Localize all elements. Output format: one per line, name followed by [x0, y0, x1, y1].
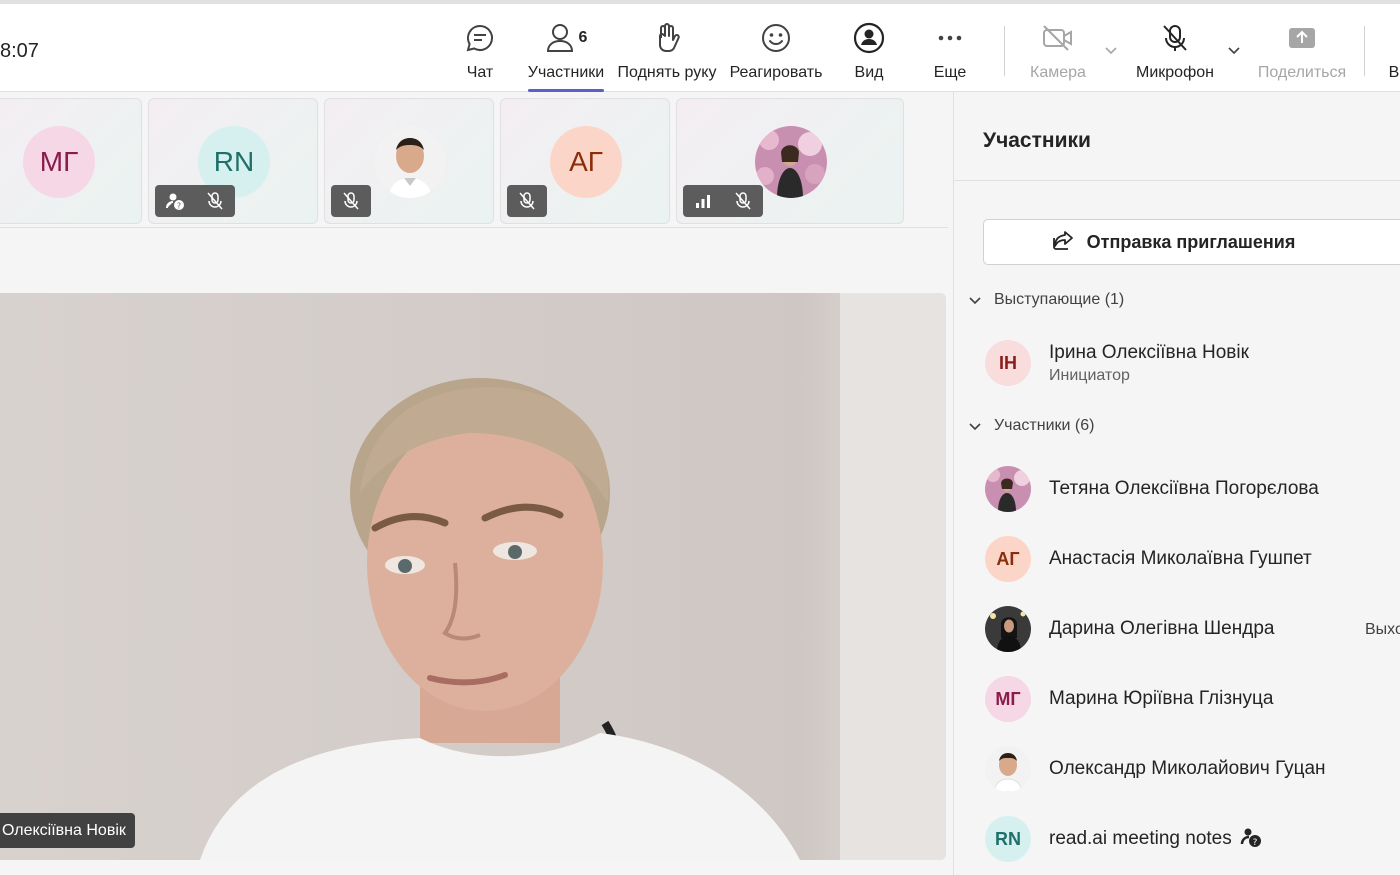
send-invite-button[interactable]: Отправка приглашения — [983, 219, 1400, 265]
participant-tile[interactable]: МГ — [0, 98, 142, 224]
toolbar-divider — [1364, 26, 1365, 76]
toolbar-divider — [1004, 26, 1005, 76]
participant-tile[interactable] — [676, 98, 904, 224]
chevron-down-icon — [969, 423, 981, 431]
camera-off-icon — [1041, 18, 1075, 58]
unverified-user-icon: ? — [155, 185, 195, 217]
participant-photo — [374, 126, 446, 198]
react-label: Реагировать — [729, 64, 823, 81]
smile-icon — [760, 18, 792, 58]
attendees-group-header[interactable]: Участники (6) — [968, 417, 1094, 435]
leave-label: В — [1388, 64, 1400, 81]
participant-photo — [985, 746, 1031, 792]
presenters-group-header[interactable]: Выступающие (1) — [968, 291, 1124, 309]
participant-status: Выхо — [1365, 621, 1400, 638]
raise-hand-button[interactable]: Поднять руку — [617, 18, 717, 88]
divider — [954, 180, 1400, 181]
people-icon — [546, 24, 573, 52]
avatar: МГ — [23, 126, 95, 198]
share-label: Поделиться — [1257, 64, 1347, 81]
avatar: ІН — [985, 340, 1031, 386]
more-button[interactable]: Еще — [933, 18, 967, 88]
react-button[interactable]: Реагировать — [729, 18, 823, 88]
people-label: Участники — [527, 64, 605, 81]
main-video-feed — [0, 293, 946, 860]
participant-name: Ірина Олексіївна Новік — [1049, 341, 1249, 363]
participant-name: read.ai meeting notes — [1049, 828, 1232, 849]
active-tab-indicator — [528, 89, 604, 92]
participant-tile[interactable] — [324, 98, 494, 224]
tile-status-bar — [507, 185, 547, 217]
avatar: АГ — [985, 536, 1031, 582]
avatar: АГ — [550, 126, 622, 198]
people-icon-wrap: 6 — [545, 18, 588, 58]
participant-name: Анастасія Миколаївна Гушпет — [1049, 548, 1312, 569]
more-icon — [936, 18, 964, 58]
mic-off-icon — [331, 185, 371, 217]
svg-text:?: ? — [1252, 838, 1257, 848]
participant-name: Олександр Миколайович Гуцан — [1049, 758, 1326, 779]
participant-photo — [985, 606, 1031, 652]
hand-icon — [653, 18, 681, 58]
svg-text:?: ? — [177, 202, 181, 211]
panel-title: Участники — [983, 129, 1091, 152]
camera-label: Камера — [1030, 64, 1086, 81]
participants-panel: Участники Отправка приглашения Выступающ… — [953, 92, 1400, 875]
tile-status-bar — [683, 185, 763, 217]
divider — [0, 227, 948, 228]
mic-off-icon — [723, 185, 763, 217]
participant-photo — [755, 126, 827, 198]
participant-row[interactable]: Олександр Миколайович Гуцан — [985, 746, 1326, 792]
unverified-user-icon: ? — [1240, 826, 1262, 853]
view-label: Вид — [854, 64, 884, 81]
speaker-name-tag: Олексіївна Новік — [0, 813, 135, 848]
mic-options-chevron-down-icon[interactable] — [1226, 42, 1242, 63]
presenters-header-label: Выступающие (1) — [994, 291, 1125, 308]
chat-label: Чат — [466, 64, 494, 81]
participant-name: Тетяна Олексіївна Погорєлова — [1049, 478, 1319, 499]
participant-name: Марина Юріївна Глізнуца — [1049, 688, 1274, 709]
mic-label: Микрофон — [1136, 64, 1214, 81]
camera-button[interactable]: Камера — [1028, 18, 1088, 88]
attendees-header-label: Участники (6) — [994, 417, 1095, 434]
participant-row[interactable]: МГ Марина Юріївна Глізнуца — [985, 676, 1274, 722]
participant-photo — [985, 466, 1031, 512]
mic-off-icon — [1159, 18, 1191, 58]
more-label: Еще — [933, 64, 967, 81]
video-frame — [0, 293, 946, 860]
people-button[interactable]: 6 Участники — [526, 18, 606, 88]
view-icon — [853, 18, 885, 58]
chat-icon — [464, 18, 496, 58]
participant-role: Инициатор — [1049, 366, 1130, 384]
mic-off-icon — [507, 185, 547, 217]
chevron-down-icon — [969, 297, 981, 305]
camera-options-chevron-down-icon[interactable] — [1103, 42, 1119, 63]
participant-row[interactable]: Тетяна Олексіївна Погорєлова — [985, 466, 1319, 512]
participant-row[interactable]: ІН Ірина Олексіївна Новік Инициатор — [985, 340, 1249, 386]
mic-button[interactable]: Микрофон — [1134, 18, 1216, 88]
participant-row[interactable]: RN read.ai meeting notes ? — [985, 816, 1262, 862]
chat-button[interactable]: Чат — [463, 18, 497, 88]
people-count: 6 — [578, 29, 588, 46]
avatar: RN — [985, 816, 1031, 862]
meeting-toolbar: 8:07 Чат 6 Участники Поднять руку Реагир… — [0, 0, 1400, 92]
view-button[interactable]: Вид — [852, 18, 886, 88]
signal-icon — [683, 185, 723, 217]
participant-row[interactable]: Дарина Олегівна Шендра — [985, 606, 1274, 652]
meeting-timer: 8:07 — [0, 40, 39, 62]
participant-tile[interactable]: АГ — [500, 98, 670, 224]
tile-status-bar — [331, 185, 371, 217]
share-button[interactable]: Поделиться — [1258, 18, 1346, 88]
leave-button[interactable]: В — [1388, 18, 1400, 88]
send-invite-label: Отправка приглашения — [1086, 231, 1296, 252]
participant-tile[interactable]: RN ? — [148, 98, 318, 224]
share-icon — [1286, 18, 1318, 58]
share-arrow-icon — [1051, 228, 1075, 257]
raise-hand-label: Поднять руку — [617, 64, 717, 81]
participant-name: Дарина Олегівна Шендра — [1049, 618, 1275, 639]
participant-row[interactable]: АГ Анастасія Миколаївна Гушпет — [985, 536, 1312, 582]
mic-off-icon — [195, 185, 235, 217]
tile-status-bar: ? — [155, 185, 235, 217]
avatar: МГ — [985, 676, 1031, 722]
